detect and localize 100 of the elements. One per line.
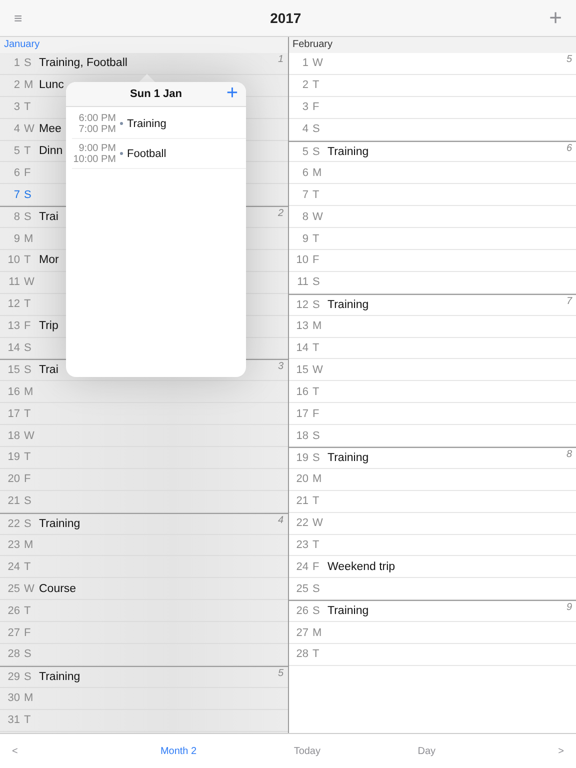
menu-button[interactable]: ≡	[8, 8, 28, 28]
weekday-label: T	[312, 188, 320, 201]
weekday-label: M	[24, 539, 33, 552]
day-number: 30	[6, 692, 20, 704]
weekday-label: T	[24, 101, 32, 114]
weekday-label: W	[24, 582, 33, 595]
weekday-label: S	[24, 211, 32, 224]
weekday-label: W	[24, 123, 33, 136]
day-number: 29	[6, 670, 20, 683]
weekday-label: M	[312, 166, 322, 179]
weekday-label: M	[312, 473, 322, 486]
day-number: 24	[295, 560, 308, 573]
weekday-label: F	[24, 320, 32, 332]
day-number: 10	[295, 254, 308, 266]
event-title[interactable]: Football	[127, 148, 166, 160]
event-title: Training	[39, 670, 80, 683]
day-number: 31	[6, 714, 20, 726]
weekday-label: S	[24, 57, 32, 70]
weekday-label: S	[312, 298, 321, 311]
weekday-label: M	[24, 386, 33, 398]
weekday-label: F	[24, 166, 32, 179]
weekday-label: T	[312, 386, 320, 398]
day-number: 1	[12, 57, 20, 70]
weekday-label: T	[24, 254, 32, 266]
day-number: 3	[12, 101, 20, 114]
weekday-label: S	[312, 452, 321, 464]
day-number: 26	[6, 604, 20, 617]
week-number: 1	[278, 54, 284, 65]
week-number: 6	[566, 142, 572, 154]
bullet-icon	[120, 122, 123, 125]
year-title: 2017	[270, 10, 302, 26]
weekday-label: T	[24, 298, 32, 310]
day-number: 10	[6, 254, 20, 266]
day-number: 4	[301, 123, 308, 136]
day-number: 16	[6, 386, 20, 398]
bullet-icon	[120, 152, 123, 155]
event-title: Mee	[39, 123, 62, 136]
day-number: 13	[6, 320, 20, 332]
add-button[interactable]: +	[543, 6, 568, 30]
event-title: Training	[328, 452, 369, 464]
tab[interactable]: Month 2	[156, 744, 201, 758]
tab[interactable]: Today	[290, 744, 324, 758]
end-time: 7:00 PM	[78, 124, 116, 134]
day-number: 1	[301, 57, 308, 70]
day-number: 22	[295, 517, 308, 530]
weekday-label: S	[24, 342, 32, 354]
weekday-label: F	[312, 560, 320, 573]
day-number: 13	[295, 320, 308, 332]
weekday-label: W	[24, 276, 33, 288]
day-number: 27	[295, 626, 308, 639]
day-number: 20	[6, 473, 20, 486]
weekday-label: M	[312, 626, 322, 639]
day-number: 3	[301, 101, 308, 114]
weekday-label: W	[312, 57, 322, 70]
weekday-label: F	[312, 101, 320, 114]
add-event-button[interactable]: +	[224, 82, 240, 104]
weekday-label: W	[312, 517, 322, 530]
event-title[interactable]: Training	[127, 118, 166, 130]
next-button[interactable]: >	[554, 744, 568, 758]
day-number: 9	[301, 232, 308, 245]
weekday-label: T	[312, 648, 320, 660]
day-number: 15	[295, 364, 308, 376]
event-title: Trip	[39, 320, 58, 332]
tab[interactable]: Day	[414, 744, 440, 758]
weekday-label: S	[24, 648, 32, 660]
week-number: 7	[566, 296, 572, 307]
weekday-label: F	[312, 254, 320, 266]
week-number: 4	[278, 514, 284, 526]
end-time: 10:00 PM	[73, 154, 116, 164]
event-title: Mor	[39, 254, 59, 266]
day-number: 18	[6, 430, 20, 442]
day-number: 16	[295, 386, 308, 398]
day-number: 19	[6, 451, 20, 464]
week-number: 2	[278, 208, 284, 220]
day-number: 14	[295, 342, 308, 354]
event-title: Training	[328, 146, 369, 158]
weekday-label: S	[312, 276, 321, 288]
day-number: 9	[12, 232, 20, 245]
weekday-label: S	[312, 123, 321, 136]
start-time: 6:00 PM	[78, 112, 116, 124]
day-number: 14	[6, 342, 20, 354]
weekday-label: T	[24, 560, 32, 573]
day-number: 6	[12, 166, 20, 179]
weekday-label: S	[312, 430, 321, 442]
weekday-label: S	[24, 518, 32, 530]
day-number: 6	[301, 166, 308, 179]
day-number: 23	[295, 539, 308, 552]
weekday-label: S	[312, 582, 321, 595]
weekday-label: M	[24, 232, 33, 245]
previous-button[interactable]: <	[8, 744, 22, 758]
weekday-label: S	[312, 605, 321, 618]
day-number: 12	[6, 298, 20, 310]
day-number: 2	[12, 79, 20, 92]
week-number: 9	[566, 602, 572, 614]
popover-title: Sun 1 Jan	[130, 88, 182, 100]
weekday-label: T	[24, 451, 32, 464]
event-title: Training	[39, 518, 80, 530]
day-number: 19	[295, 452, 308, 464]
week-number: 3	[278, 361, 284, 372]
weekday-label: W	[24, 430, 33, 442]
